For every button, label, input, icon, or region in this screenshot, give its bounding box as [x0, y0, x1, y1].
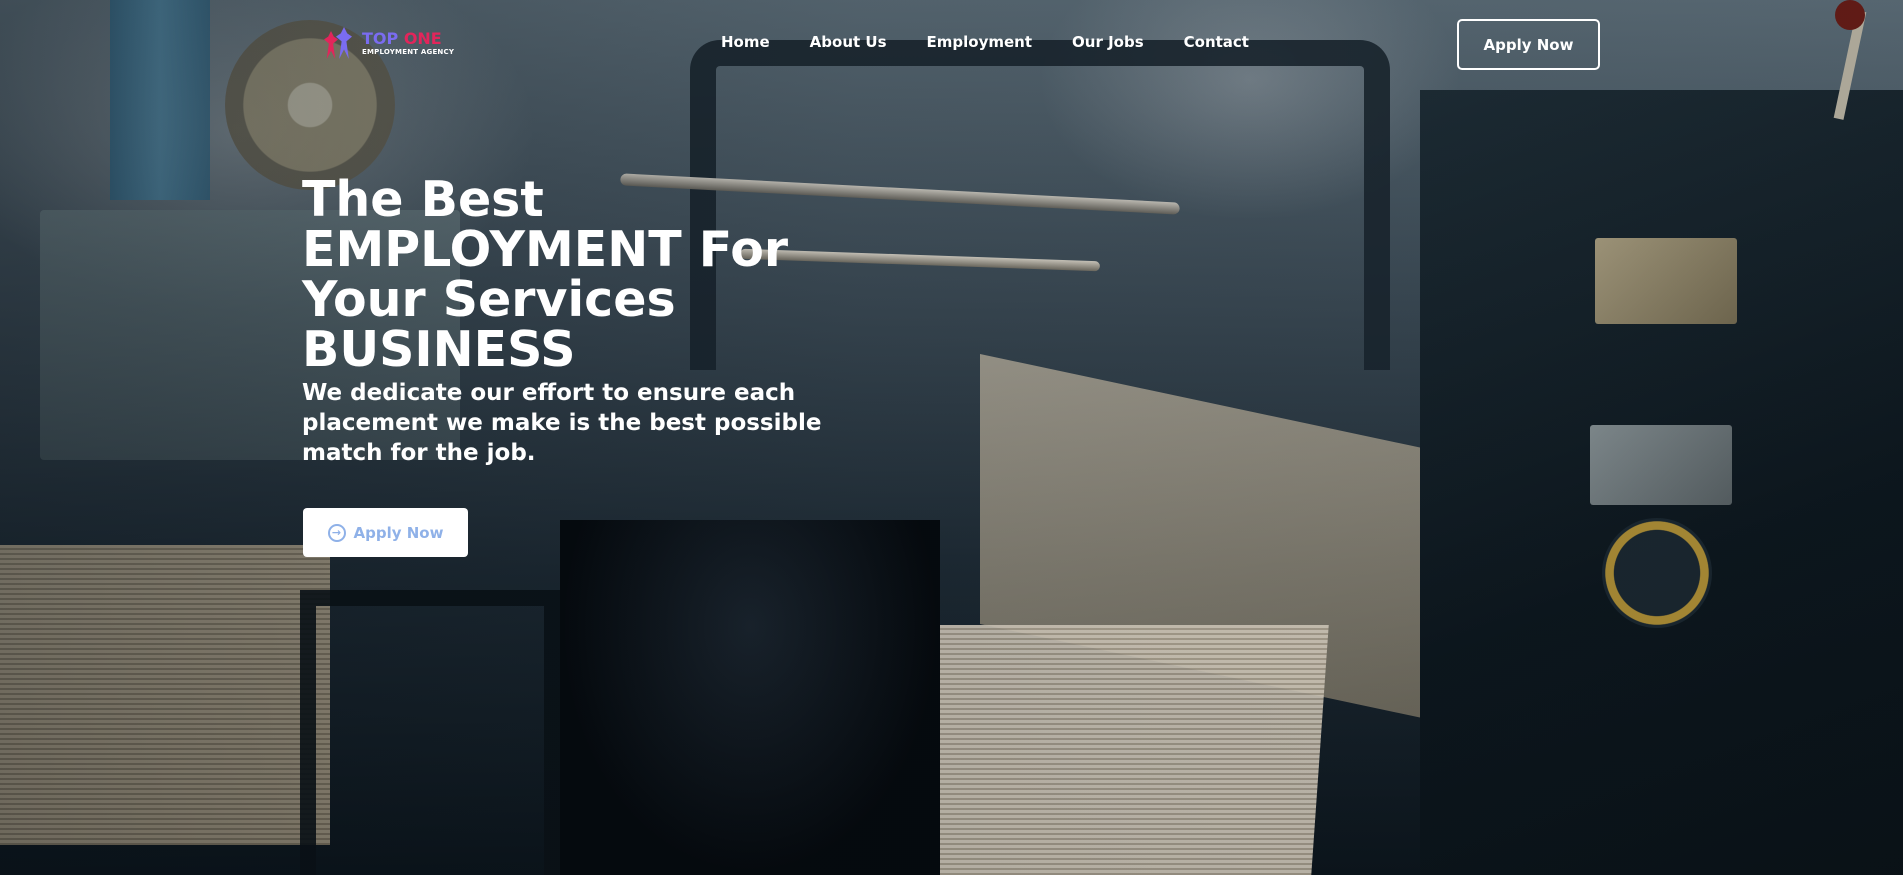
nav-link-home[interactable]: Home	[721, 33, 770, 51]
main-nav: Home About Us Employment Our Jobs Contac…	[721, 33, 1249, 51]
hero-title-line: The Best	[302, 171, 544, 228]
logo-title: TOP ONE	[362, 28, 454, 48]
logo-tagline: EMPLOYMENT AGENCY	[362, 47, 455, 56]
arrow-circle-right-icon: →	[327, 523, 346, 542]
logo-title-part2: ONE	[403, 28, 442, 48]
nav-link-employment[interactable]: Employment	[927, 33, 1033, 51]
header-apply-now-button[interactable]: Apply Now	[1457, 19, 1600, 70]
logo-text: TOP ONE EMPLOYMENT AGENCY	[362, 28, 455, 56]
logo-title-part1: TOP	[362, 28, 404, 48]
brand-logo[interactable]: TOP ONE EMPLOYMENT AGENCY	[322, 25, 454, 61]
nav-link-about-us[interactable]: About Us	[810, 33, 887, 51]
hero-background-image	[0, 0, 1903, 875]
logo-figure-red	[324, 31, 338, 59]
hero-title: The Best EMPLOYMENT For Your Services BU…	[302, 175, 862, 375]
nav-link-our-jobs[interactable]: Our Jobs	[1072, 33, 1144, 51]
hero-title-line: EMPLOYMENT For	[302, 221, 789, 278]
logo-figure-purple	[336, 27, 352, 59]
hero-apply-label: Apply Now	[353, 523, 444, 542]
hero-title-line: Your Services	[302, 271, 676, 328]
hero-description: We dedicate our effort to ensure each pl…	[302, 380, 822, 466]
hero-title-line: BUSINESS	[302, 321, 576, 378]
logo-figures-icon	[322, 25, 358, 61]
hero-apply-now-button[interactable]: → Apply Now	[303, 508, 468, 557]
nav-link-contact[interactable]: Contact	[1184, 33, 1249, 51]
bg-overlay	[0, 0, 1903, 875]
